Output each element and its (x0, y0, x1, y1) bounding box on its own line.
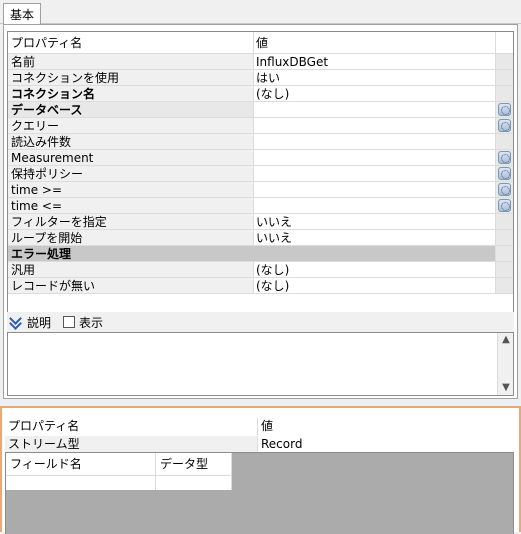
column-header-field-name: フィールド名 (6, 453, 156, 475)
row-use-connection[interactable]: コネクションを使用 はい (8, 70, 513, 86)
field-row-name-cell[interactable] (6, 475, 156, 490)
row-button-cell (496, 70, 513, 86)
row-time-lte[interactable]: time <= (8, 198, 513, 214)
row-value[interactable]: いいえ (254, 230, 496, 246)
group-label: エラー処理 (8, 246, 496, 262)
header-button-column (496, 32, 513, 54)
row-label: ストリーム型 (5, 436, 257, 453)
scroll-down-icon[interactable]: ▼ (501, 383, 511, 393)
row-retention-policy[interactable]: 保持ポリシー (8, 166, 513, 182)
row-read-count[interactable]: 読込み件数 (8, 134, 513, 150)
row-label: 名前 (8, 54, 254, 70)
row-button-cell (496, 278, 513, 294)
row-button-cell (496, 54, 513, 70)
row-general[interactable]: 汎用 (なし) (8, 262, 513, 278)
tab-bar: 基本 (0, 0, 521, 25)
row-label: time <= (8, 198, 254, 214)
row-button-cell (496, 214, 513, 230)
row-button-cell (496, 118, 513, 134)
row-button-cell (496, 198, 513, 214)
row-button-cell (496, 246, 513, 262)
row-query[interactable]: クエリー (8, 118, 513, 134)
grid-header: プロパティ名 値 (8, 32, 513, 54)
row-label: クエリー (8, 118, 254, 134)
row-button-cell (496, 166, 513, 182)
row-value[interactable] (254, 102, 496, 118)
row-label: Measurement (8, 150, 254, 166)
editor-dots-icon[interactable] (498, 183, 511, 196)
row-value[interactable] (254, 198, 496, 214)
row-start-loop[interactable]: ループを開始 いいえ (8, 230, 513, 246)
row-no-records[interactable]: レコードが無い (なし) (8, 278, 513, 294)
show-label: 表示 (79, 315, 104, 330)
row-value[interactable] (254, 182, 496, 198)
description-bar: 説明 表示 (7, 312, 514, 332)
field-row-type-cell[interactable] (156, 475, 232, 490)
row-button-cell (496, 102, 513, 118)
row-label: フィルターを指定 (8, 214, 254, 230)
row-button-cell (496, 86, 513, 102)
row-stream-type[interactable]: ストリーム型 Record (5, 436, 514, 453)
row-label: time >= (8, 182, 254, 198)
editor-dots-icon[interactable] (498, 151, 511, 164)
column-header-property-name: プロパティ名 (8, 32, 254, 54)
description-label: 説明 (27, 315, 52, 330)
row-button-cell (496, 150, 513, 166)
row-label: 汎用 (8, 262, 254, 278)
stream-header-row: プロパティ名 値 (5, 418, 514, 435)
row-button-cell (496, 262, 513, 278)
row-button-cell (496, 230, 513, 246)
row-value[interactable]: (なし) (254, 262, 496, 278)
group-error-handling[interactable]: エラー処理 (8, 246, 513, 262)
row-value[interactable]: はい (254, 70, 496, 86)
editor-dots-icon[interactable] (498, 199, 511, 212)
column-header-value: 値 (257, 418, 514, 435)
row-value[interactable]: (なし) (254, 86, 496, 102)
property-grid: プロパティ名 値 名前 InfluxDBGet コネクションを使用 はい コネク… (7, 31, 514, 315)
column-header-data-type: データ型 (156, 453, 232, 475)
row-value[interactable]: Record (257, 436, 514, 453)
column-header-value: 値 (254, 32, 496, 54)
stream-panel: プロパティ名 値 ストリーム型 Record フィールド名 データ型 (0, 406, 521, 534)
scroll-up-icon[interactable]: ▲ (501, 335, 511, 345)
row-button-cell (496, 134, 513, 150)
row-button-cell (496, 182, 513, 198)
show-checkbox[interactable] (63, 316, 76, 328)
editor-dots-icon[interactable] (498, 119, 511, 132)
column-header-property-name: プロパティ名 (5, 418, 257, 435)
row-name[interactable]: 名前 InfluxDBGet (8, 54, 513, 70)
row-label: 保持ポリシー (8, 166, 254, 182)
row-time-gte[interactable]: time >= (8, 182, 513, 198)
row-label: データベース (8, 102, 254, 118)
editor-dots-icon[interactable] (498, 167, 511, 180)
row-value[interactable] (254, 134, 496, 150)
row-specify-filter[interactable]: フィルターを指定 いいえ (8, 214, 513, 230)
row-value[interactable]: InfluxDBGet (254, 54, 496, 70)
editor-dots-icon[interactable] (498, 103, 511, 116)
row-label: レコードが無い (8, 278, 254, 294)
description-box[interactable]: ▲ ▼ (7, 332, 514, 396)
row-measurement[interactable]: Measurement (8, 150, 513, 166)
row-value[interactable]: いいえ (254, 214, 496, 230)
field-table: フィールド名 データ型 (5, 452, 514, 534)
description-scrollbar[interactable]: ▲ ▼ (497, 333, 513, 395)
row-label: コネクションを使用 (8, 70, 254, 86)
row-database[interactable]: データベース (8, 102, 513, 118)
row-label: 読込み件数 (8, 134, 254, 150)
row-value[interactable]: (なし) (254, 278, 496, 294)
property-panel: プロパティ名 値 名前 InfluxDBGet コネクションを使用 はい コネク… (3, 24, 518, 399)
row-value[interactable] (254, 150, 496, 166)
row-value[interactable] (254, 118, 496, 134)
row-label: コネクション名 (8, 86, 254, 102)
tab-basic[interactable]: 基本 (3, 3, 42, 25)
row-value[interactable] (254, 166, 496, 182)
row-connection-name[interactable]: コネクション名 (なし) (8, 86, 513, 102)
row-label: ループを開始 (8, 230, 254, 246)
double-chevron-down-icon[interactable] (9, 315, 23, 329)
